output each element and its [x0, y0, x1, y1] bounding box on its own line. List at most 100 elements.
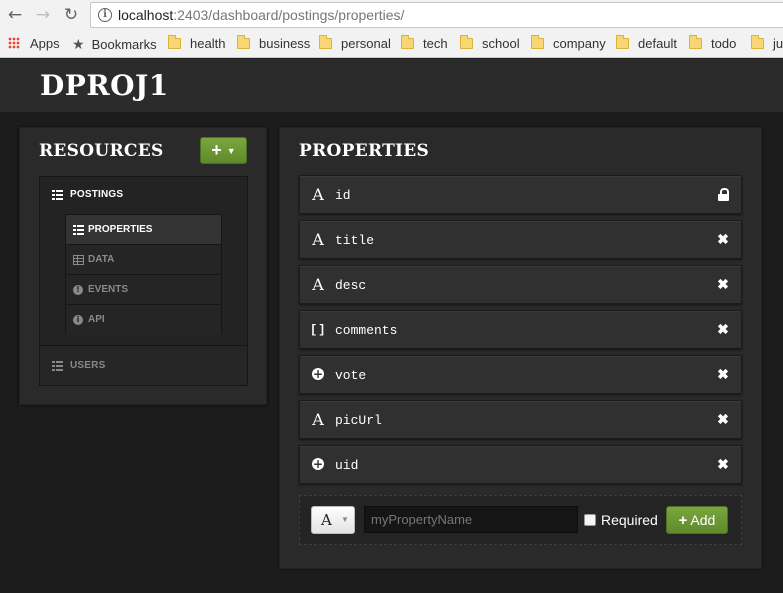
properties-title: PROPERTIES [299, 141, 430, 161]
caret-down-icon: ▼ [226, 146, 236, 156]
submenu-item-data[interactable]: DATA [66, 245, 221, 275]
resource-label: POSTINGS [70, 189, 124, 200]
number-type-icon: + [312, 367, 324, 381]
remove-icon[interactable]: ✖ [716, 321, 730, 338]
remove-icon[interactable]: ✖ [716, 411, 730, 428]
submenu-item-api[interactable]: i API [66, 305, 221, 335]
bookmark-folder-todo[interactable]: todo [689, 35, 736, 53]
resource-tree: POSTINGS PROPERTIES DATA ! EVENTS i API … [39, 176, 248, 386]
folder-icon [237, 35, 250, 49]
bookmark-folder-personal[interactable]: personal [319, 35, 391, 53]
bookmark-folder-health[interactable]: health [168, 35, 225, 53]
folder-icon [689, 35, 702, 49]
bookmark-label: Bookmarks [91, 37, 157, 52]
bookmark-label: Apps [30, 36, 60, 51]
remove-icon[interactable]: ✖ [716, 456, 730, 473]
number-type-icon: + [312, 457, 324, 471]
exclamation-circle-icon: ! [73, 285, 83, 295]
property-name: uid [335, 458, 359, 473]
bookmark-label: personal [341, 36, 391, 51]
submenu-label: PROPERTIES [88, 224, 153, 235]
properties-panel: PROPERTIES A id A title ✖ A desc ✖ [] co… [279, 127, 762, 569]
submenu-label: API [88, 314, 105, 325]
add-property-button[interactable]: + Add [666, 506, 728, 534]
property-type-dropdown[interactable]: A ▼ [311, 506, 355, 534]
property-row-comments[interactable]: [] comments ✖ [299, 310, 742, 349]
address-bar[interactable]: i localhost:2403/dashboard/postings/prop… [90, 2, 783, 28]
star-icon: ★ [72, 36, 85, 52]
url-text[interactable]: localhost:2403/dashboard/postings/proper… [118, 7, 404, 23]
app-title[interactable]: DPROJ1 [40, 69, 169, 102]
resources-title: RESOURCES [39, 141, 164, 161]
bookmark-folder-business[interactable]: business [237, 35, 310, 53]
submenu-label: EVENTS [88, 284, 129, 295]
folder-icon [319, 35, 332, 49]
string-type-icon: A [312, 275, 324, 294]
apps-grid-icon [8, 37, 20, 49]
folder-icon [168, 35, 181, 49]
bookmark-folder-ju[interactable]: ju [751, 35, 783, 53]
submenu-item-properties[interactable]: PROPERTIES [66, 215, 221, 245]
folder-icon [401, 35, 414, 49]
add-resource-button[interactable]: + ▼ [200, 137, 247, 164]
caret-down-icon: ▼ [341, 515, 349, 524]
submenu-item-events[interactable]: ! EVENTS [66, 275, 221, 305]
property-name: id [335, 188, 351, 203]
property-row-vote[interactable]: + vote ✖ [299, 355, 742, 394]
app-header: DPROJ1 [0, 59, 783, 113]
folder-icon [460, 35, 473, 49]
property-row-desc[interactable]: A desc ✖ [299, 265, 742, 304]
bookmark-label: school [482, 36, 520, 51]
property-row-id[interactable]: A id [299, 175, 742, 214]
arrow-right-icon[interactable]: → [32, 4, 54, 26]
bookmark-label: health [190, 36, 226, 51]
resource-label: USERS [70, 360, 106, 371]
property-name-input[interactable] [364, 506, 578, 533]
property-row-picurl[interactable]: A picUrl ✖ [299, 400, 742, 439]
remove-icon[interactable]: ✖ [716, 231, 730, 248]
bookmark-bookmarks[interactable]: ★ Bookmarks [72, 35, 157, 53]
bookmark-label: ju [773, 36, 783, 51]
property-row-uid[interactable]: + uid ✖ [299, 445, 742, 484]
bookmark-label: todo [711, 36, 737, 51]
property-name: vote [335, 368, 367, 383]
required-checkbox[interactable] [584, 514, 596, 526]
bookmark-label: company [553, 36, 606, 51]
bookmarks-bar: Apps ★ Bookmarks health business personal… [0, 30, 783, 58]
url-path: :2403/dashboard/postings/properties/ [173, 7, 405, 23]
arrow-left-icon[interactable]: ← [4, 4, 26, 26]
bookmark-folder-school[interactable]: school [460, 35, 520, 53]
list-icon [73, 225, 84, 235]
required-label[interactable]: Required [601, 512, 658, 528]
bookmark-label: business [259, 36, 311, 51]
resources-panel: RESOURCES + ▼ POSTINGS PROPERTIES DATA ! … [19, 127, 267, 405]
property-name: title [335, 233, 375, 248]
string-type-icon: A [312, 185, 324, 204]
remove-icon[interactable]: ✖ [716, 366, 730, 383]
url-host: localhost [118, 7, 174, 23]
bookmark-label: tech [423, 36, 448, 51]
browser-toolbar: ← → ↻ i localhost:2403/dashboard/posting… [0, 0, 783, 30]
reload-icon[interactable]: ↻ [60, 4, 82, 26]
remove-icon[interactable]: ✖ [716, 276, 730, 293]
property-row-title[interactable]: A title ✖ [299, 220, 742, 259]
add-property-form: A ▼ Required +Add [299, 495, 742, 545]
info-circle-icon: i [73, 315, 83, 325]
plus-icon: + [678, 512, 688, 529]
string-type-icon: A [312, 410, 324, 429]
info-icon[interactable]: i [98, 8, 112, 22]
bookmark-folder-default[interactable]: default [616, 35, 677, 53]
resource-item-users[interactable]: USERS [40, 345, 247, 385]
submenu-label: DATA [88, 254, 115, 265]
bookmark-folder-company[interactable]: company [531, 35, 606, 53]
string-type-icon: A [312, 230, 324, 249]
bookmark-apps[interactable]: Apps [8, 35, 60, 53]
folder-icon [751, 35, 764, 49]
property-name: desc [335, 278, 367, 293]
folder-icon [616, 35, 629, 49]
bookmark-folder-tech[interactable]: tech [401, 35, 448, 53]
resource-item-postings[interactable]: POSTINGS [40, 177, 247, 213]
property-name: comments [335, 323, 398, 338]
array-type-icon: [] [310, 323, 327, 337]
list-icon [52, 361, 63, 371]
